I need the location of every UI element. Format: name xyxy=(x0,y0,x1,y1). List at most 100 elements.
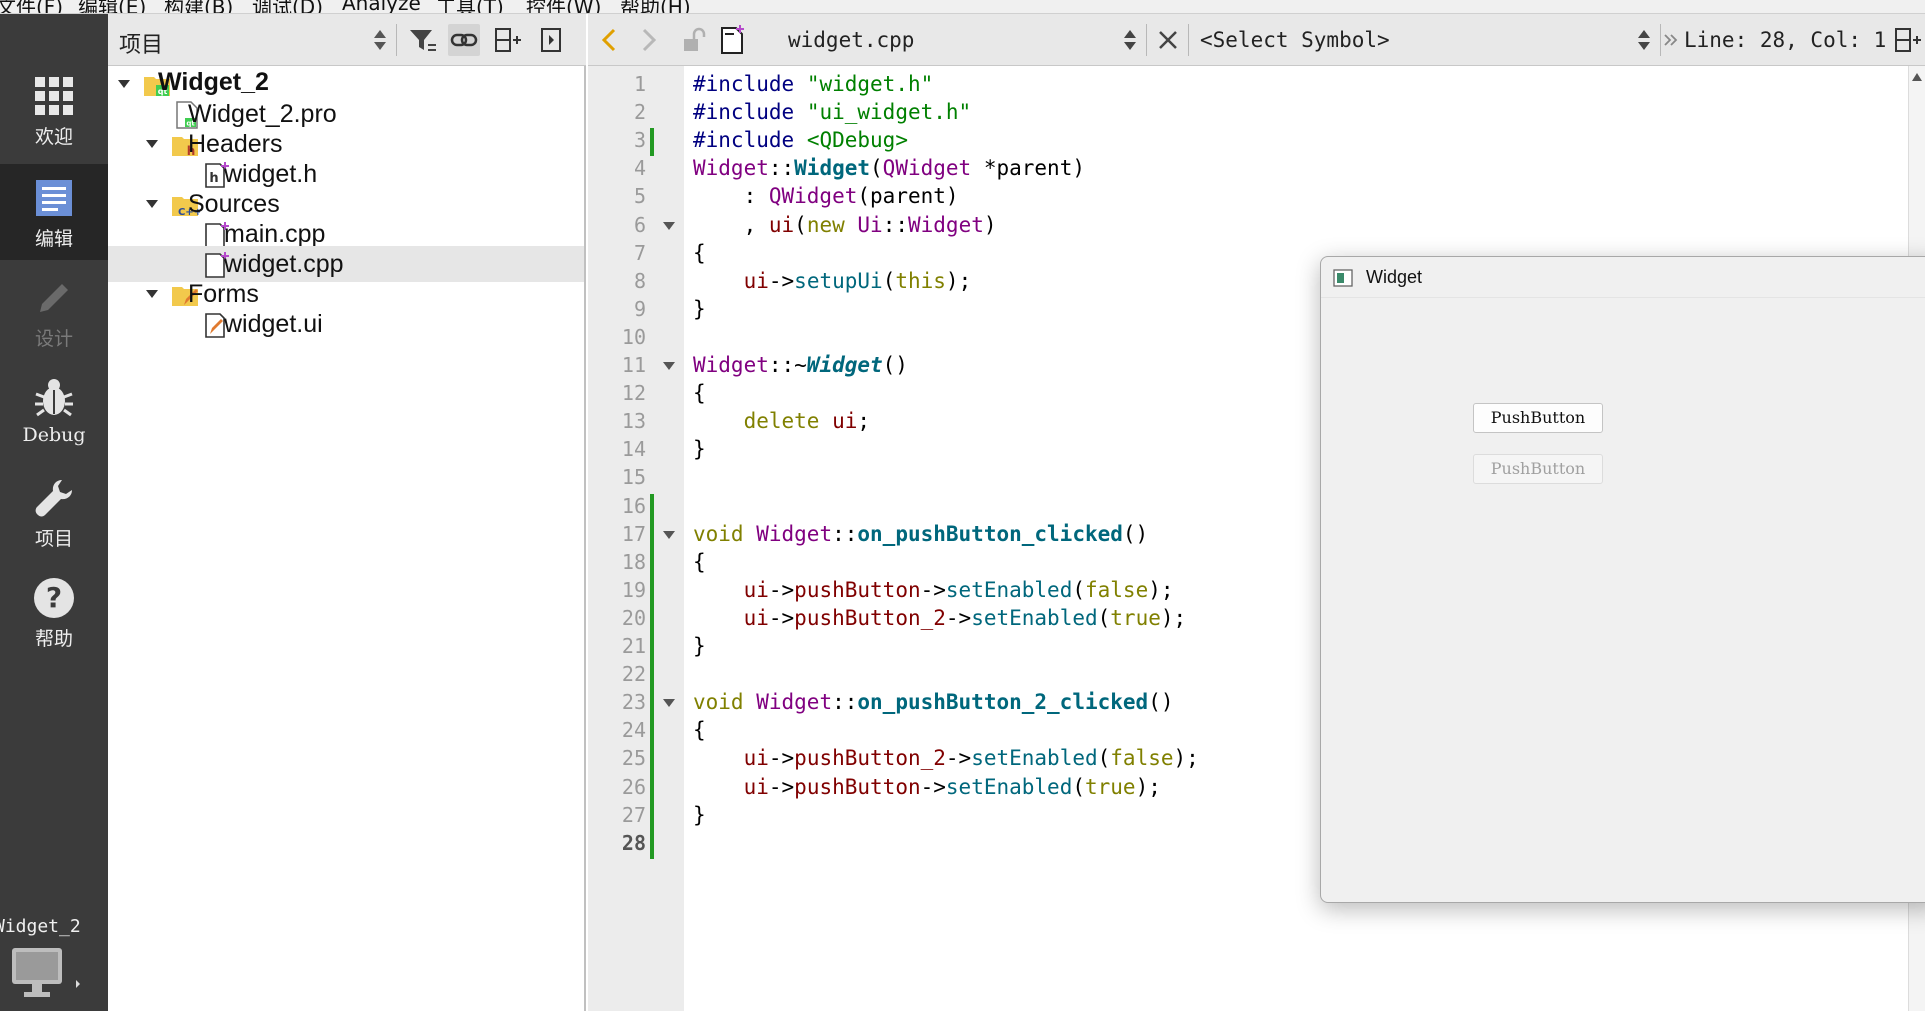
editor-toolbar: widget.cpp <Select Symbol> Line: 28, Col… xyxy=(588,14,1925,66)
line-number: 26 xyxy=(621,774,646,799)
line-number: 7 xyxy=(633,240,646,265)
symbol-selector[interactable]: <Select Symbol> xyxy=(1200,28,1390,52)
code-line[interactable]: #include <QDebug> xyxy=(693,128,908,152)
line-number: 20 xyxy=(621,605,646,630)
code-line[interactable]: #include "ui_widget.h" xyxy=(693,100,971,124)
code-line[interactable]: , ui(new Ui::Widget) xyxy=(693,213,997,237)
back-arrow-icon[interactable] xyxy=(594,24,626,56)
close-panel-icon[interactable] xyxy=(536,24,568,56)
code-line[interactable]: { xyxy=(693,550,706,574)
grid-icon xyxy=(35,77,73,115)
current-file-name[interactable]: widget.cpp xyxy=(788,28,914,52)
mode-edit-label: 编辑 xyxy=(34,228,73,250)
expand-arrow-icon[interactable] xyxy=(144,286,160,302)
mode-projects-label: 项目 xyxy=(34,528,73,550)
mode-design-label: 设计 xyxy=(34,328,73,350)
code-line[interactable]: Widget::~Widget() xyxy=(693,353,908,377)
project-panel-title: 项目 xyxy=(119,33,164,58)
code-line[interactable]: ui->setupUi(this); xyxy=(693,269,972,293)
change-marker xyxy=(650,493,654,859)
line-number: 18 xyxy=(621,549,646,574)
code-line[interactable]: Widget::Widget(QWidget *parent) xyxy=(693,156,1085,180)
line-number-gutter: 1 2 3 4 5 6 7 8 9 10 11 12 13 14 15 16 17 18 19 20 21 22 23 24 2… xyxy=(588,66,684,1011)
change-marker xyxy=(650,128,654,157)
mode-debug[interactable]: Debug xyxy=(0,364,108,460)
line-number: 16 xyxy=(621,493,646,518)
code-line[interactable]: ui->pushButton->setEnabled(true); xyxy=(693,775,1161,799)
code-line[interactable]: : QWidget(parent) xyxy=(693,184,959,208)
code-line[interactable]: } xyxy=(693,297,706,321)
expand-arrow-icon[interactable] xyxy=(144,136,160,152)
split-add-icon[interactable] xyxy=(492,24,524,56)
code-line[interactable]: void Widget::on_pushButton_2_clicked() xyxy=(693,690,1173,714)
double-chevron-icon[interactable] xyxy=(1662,24,1680,56)
link-icon[interactable] xyxy=(448,24,480,56)
mode-edit[interactable]: 编辑 xyxy=(0,164,108,260)
menu-build[interactable]: 构建(B) xyxy=(164,0,233,13)
menu-analyze[interactable]: Analyze xyxy=(342,0,421,13)
fold-arrow-icon[interactable] xyxy=(662,697,676,709)
mode-design[interactable]: 设计 xyxy=(0,264,108,360)
code-line[interactable]: { xyxy=(693,241,706,265)
line-number: 24 xyxy=(621,718,646,743)
code-line[interactable]: delete ui; xyxy=(693,409,870,433)
menu-edit[interactable]: 编辑(E) xyxy=(78,0,146,13)
code-line[interactable]: ui->pushButton->setEnabled(false); xyxy=(693,578,1174,602)
mode-welcome[interactable]: 欢迎 xyxy=(0,62,108,158)
pencil-icon xyxy=(40,284,68,312)
menu-debug[interactable]: 调试(D) xyxy=(252,0,323,13)
up-down-arrows-icon[interactable] xyxy=(364,24,396,56)
tree-item-label: Widget_2 xyxy=(158,68,269,96)
menu-file[interactable]: 文件(F) xyxy=(0,0,63,13)
widget-window[interactable]: Widget PushButton PushButton xyxy=(1320,256,1925,903)
bug-icon xyxy=(35,379,73,417)
expand-arrow-icon[interactable] xyxy=(144,196,160,212)
tree-item-ui-file[interactable]: widget.ui xyxy=(108,306,584,342)
file-type-icon[interactable] xyxy=(716,24,748,56)
active-project-name[interactable]: Widget_2 xyxy=(0,916,108,937)
code-line[interactable]: ui->pushButton_2->setEnabled(false); xyxy=(693,746,1199,770)
tree-item-label: Widget_2.pro xyxy=(188,100,337,128)
scroll-up-arrow-icon[interactable] xyxy=(1911,72,1923,82)
line-number: 13 xyxy=(621,409,646,434)
project-panel-toolbar: 项目 xyxy=(108,14,586,66)
tree-item-label: widget.ui xyxy=(224,310,323,338)
menu-help[interactable]: 帮助(H) xyxy=(620,0,691,13)
forward-arrow-icon[interactable] xyxy=(632,24,664,56)
code-line[interactable]: } xyxy=(693,803,706,827)
code-line[interactable]: ui->pushButton_2->setEnabled(true); xyxy=(693,606,1187,630)
push-button-1[interactable]: PushButton xyxy=(1473,403,1603,433)
cursor-position[interactable]: Line: 28, Col: 1 xyxy=(1684,28,1886,52)
monitor-icon[interactable] xyxy=(10,944,80,1004)
filter-icon[interactable] xyxy=(406,24,438,56)
code-line[interactable]: void Widget::on_pushButton_clicked() xyxy=(693,522,1148,546)
lock-icon[interactable] xyxy=(678,24,710,56)
split-editor-icon[interactable] xyxy=(1892,24,1924,56)
menu-controls[interactable]: 控件(W) xyxy=(526,0,601,13)
symbol-dropdown-arrows-icon[interactable] xyxy=(1628,24,1660,56)
menu-tools[interactable]: 工具(T) xyxy=(436,0,504,13)
fold-arrow-icon[interactable] xyxy=(662,529,676,541)
project-tree: qt Widget_2 qt Widget_2.pro h Headers h … xyxy=(108,66,586,1011)
fold-arrow-icon[interactable] xyxy=(662,360,676,372)
code-line[interactable]: { xyxy=(693,381,706,405)
line-number: 9 xyxy=(633,296,646,321)
file-dropdown-arrows-icon[interactable] xyxy=(1114,24,1146,56)
line-number: 2 xyxy=(633,100,646,125)
code-line[interactable]: #include "widget.h" xyxy=(693,72,933,96)
code-line[interactable]: } xyxy=(693,634,706,658)
fold-arrow-icon[interactable] xyxy=(662,220,676,232)
code-line[interactable]: { xyxy=(693,718,706,742)
mode-projects[interactable]: 项目 xyxy=(0,464,108,560)
line-number: 10 xyxy=(621,324,646,349)
close-icon[interactable] xyxy=(1152,24,1184,56)
code-line[interactable]: } xyxy=(693,437,706,461)
mode-bar: 欢迎 编辑 设计 Debug 项目 ? 帮助 Widget_2 xyxy=(0,14,108,1011)
line-number: 11 xyxy=(621,353,646,377)
line-number: 1 xyxy=(633,72,646,96)
expand-arrow-icon[interactable] xyxy=(116,76,132,92)
tree-item-label: main.cpp xyxy=(224,220,326,248)
mode-help[interactable]: ? 帮助 xyxy=(0,564,108,660)
svg-text:?: ? xyxy=(46,581,62,614)
line-number: 28 xyxy=(621,830,646,855)
